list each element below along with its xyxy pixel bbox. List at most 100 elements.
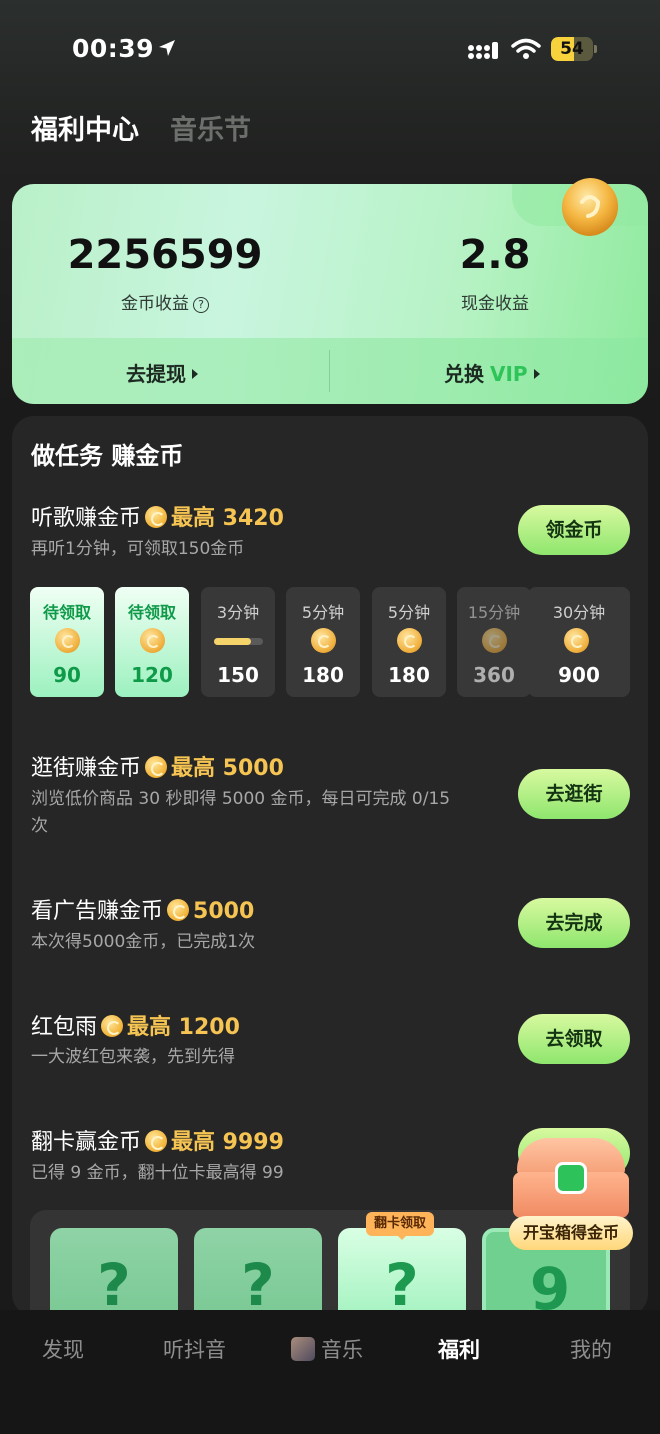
location-arrow-icon <box>159 40 175 56</box>
task-shop-subtitle-line2: 次 <box>31 816 48 836</box>
coin-icon <box>167 899 190 921</box>
task-flip-title: 翻卡赢金币 最高 9999 <box>31 1124 284 1156</box>
nav-music[interactable]: 音乐 <box>291 1334 363 1364</box>
task-redpack-title: 红包雨 最高 1200 <box>31 1009 240 1041</box>
status-bar: 00:39 54 <box>0 0 660 100</box>
coin-icon <box>145 1130 168 1152</box>
task-listen-name: 听歌赚金币 <box>31 506 142 531</box>
flip-card-mark: ? <box>385 1251 419 1316</box>
battery-indicator: 54 <box>551 37 597 61</box>
tile-value: 360 <box>473 663 515 687</box>
task-ads-title: 看广告赚金币 5000 <box>31 893 254 925</box>
task-ads-reward: 5000 <box>193 899 255 924</box>
bottom-nav <box>0 1310 660 1434</box>
task-shop-subtitle-line1: 浏览低价商品 30 秒即得 5000 金币，每日可完成 0/15 <box>31 789 451 809</box>
tile-value: 90 <box>53 663 81 687</box>
coin-earnings-label: 金币收益? <box>100 289 230 314</box>
listen-progress-bar <box>214 638 263 645</box>
music-note-icon <box>555 1162 587 1194</box>
nav-me[interactable]: 我的 <box>570 1334 612 1364</box>
withdraw-link[interactable]: 去提现 <box>126 358 198 387</box>
reward-tile[interactable]: 待领取 120 <box>115 587 189 697</box>
tile-value: 120 <box>131 663 173 687</box>
wifi-icon <box>511 38 541 59</box>
withdraw-label: 去提现 <box>126 362 186 386</box>
go-claim-button[interactable]: 去领取 <box>518 1014 630 1064</box>
flip-tag-pointer <box>396 1234 408 1240</box>
flip-claim-tag: 翻卡领取 <box>366 1212 435 1236</box>
tile-label: 待领取 <box>42 603 91 622</box>
caret-right-icon <box>192 369 198 379</box>
battery-body: 54 <box>551 37 593 61</box>
reward-tile[interactable]: 待领取 90 <box>30 587 104 697</box>
flip-card-mark: ? <box>97 1251 131 1316</box>
earnings-card-footer <box>12 338 648 404</box>
tile-value: 150 <box>217 663 259 687</box>
flip-card[interactable]: ? <box>194 1228 322 1316</box>
flip-card-mark: 9 <box>529 1255 571 1316</box>
tile-label: 3分钟 <box>216 603 260 622</box>
task-flip-reward: 最高 9999 <box>171 1130 284 1155</box>
nav-music-label: 音乐 <box>321 1338 363 1362</box>
status-time: 00:39 <box>72 34 155 63</box>
tile-label: 15分钟 <box>467 603 521 622</box>
task-flip-subtitle: 已得 9 金币，翻十位卡最高得 99 <box>31 1163 284 1183</box>
nav-listen-douyin[interactable]: 听抖音 <box>163 1334 226 1364</box>
task-listen-subtitle: 再听1分钟，可领取150金币 <box>31 539 245 559</box>
go-shopping-button[interactable]: 去逛街 <box>518 769 630 819</box>
coin-icon <box>311 628 336 653</box>
nav-discover[interactable]: 发现 <box>42 1334 84 1364</box>
task-shop-reward: 最高 5000 <box>171 756 284 781</box>
task-listen-title: 听歌赚金币 最高 3420 <box>31 500 284 532</box>
exchange-label: 兑换 <box>444 362 484 386</box>
music-avatar <box>291 1337 315 1361</box>
gold-coin-icon <box>561 178 619 236</box>
tile-value: 180 <box>302 663 344 687</box>
coin-icon <box>397 628 422 653</box>
coin-icon <box>145 506 168 528</box>
claim-coins-button[interactable]: 领金币 <box>518 505 630 555</box>
cash-earnings-value: 2.8 <box>459 232 531 278</box>
cash-earnings-label: 现金收益 <box>461 294 529 314</box>
flip-card-mark: ? <box>241 1251 275 1316</box>
task-panel-title: 做任务 赚金币 <box>31 442 184 470</box>
coin-stack-icon <box>564 628 589 653</box>
tab-music-festival[interactable]: 音乐节 <box>170 108 251 147</box>
coin-earnings-value: 2256599 <box>67 232 263 278</box>
task-listen-reward: 最高 3420 <box>171 506 284 531</box>
coin-icon <box>482 628 507 653</box>
listen-progress-fill <box>214 638 251 645</box>
go-complete-button[interactable]: 去完成 <box>518 898 630 948</box>
vip-label: VIP <box>490 362 528 386</box>
nav-welfare[interactable]: 福利 <box>438 1334 480 1364</box>
open-chest-button[interactable]: 开宝箱得金币 <box>509 1216 633 1250</box>
battery-percent: 54 <box>560 39 584 59</box>
task-redpack-subtitle: 一大波红包来袭，先到先得 <box>31 1047 235 1067</box>
tile-label: 5分钟 <box>387 603 431 622</box>
flip-card[interactable]: ? <box>50 1228 178 1316</box>
tile-label: 待领取 <box>127 603 176 622</box>
task-ads-subtitle: 本次得5000金币，已完成1次 <box>31 932 256 952</box>
task-shop-title: 逛街赚金币 最高 5000 <box>31 750 284 782</box>
coin-icon <box>145 756 168 778</box>
task-redpack-reward: 最高 1200 <box>127 1015 240 1040</box>
task-flip-name: 翻卡赢金币 <box>31 1130 142 1155</box>
reward-tile: 3分钟 150 <box>201 587 275 697</box>
tab-welfare-center[interactable]: 福利中心 <box>31 108 139 147</box>
caret-right-icon <box>533 369 540 379</box>
reward-tile: 5分钟 180 <box>372 587 446 697</box>
task-redpack-name: 红包雨 <box>31 1015 98 1040</box>
coin-icon <box>55 628 80 653</box>
coin-icon <box>140 628 165 653</box>
tile-label: 30分钟 <box>552 603 606 622</box>
battery-cap <box>594 45 597 53</box>
coin-icon <box>101 1015 124 1037</box>
earnings-divider <box>329 350 330 392</box>
treasure-chest-icon[interactable] <box>513 1138 629 1218</box>
help-icon[interactable]: ? <box>193 297 209 313</box>
exchange-vip-link[interactable]: 兑换 VIP <box>444 358 540 387</box>
flip-card[interactable]: ? <box>338 1228 466 1316</box>
task-shop-name: 逛街赚金币 <box>31 756 142 781</box>
reward-tile: 5分钟 180 <box>286 587 360 697</box>
reward-tile: 30分钟 900 <box>528 587 630 697</box>
